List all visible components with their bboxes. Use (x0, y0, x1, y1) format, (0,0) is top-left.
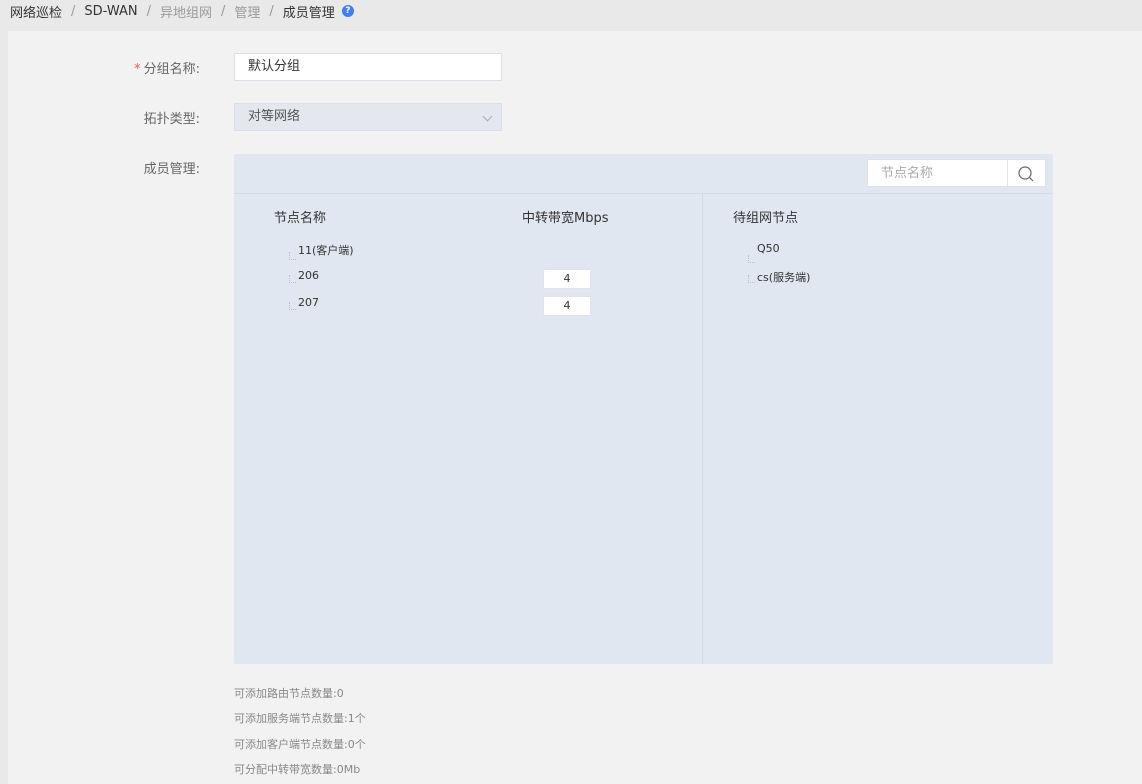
member-panel: 节点名称 中转带宽Mbps 待组网节点 11(客户端) 206 4 207 4 … (234, 154, 1053, 664)
breadcrumb-separator: / (146, 3, 151, 19)
breadcrumb-item-member-management: 成员管理 (282, 5, 335, 21)
group-name-label-text: 分组名称: (143, 62, 200, 77)
bandwidth-input-207[interactable]: 4 (543, 296, 591, 316)
chevron-down-icon (482, 111, 493, 122)
members-label: 成员管理: (143, 162, 200, 177)
pending-node-q50[interactable]: Q50 (757, 242, 780, 255)
member-node-11[interactable]: 11(客户端) (298, 242, 354, 258)
stat-server-nodes: 可添加服务端节点数量:1个 (234, 712, 366, 725)
pending-node-cs[interactable]: cs(服务端) (757, 269, 810, 285)
stat-relay-bandwidth: 可分配中转带宽数量:0Mb (234, 763, 361, 776)
breadcrumb-separator: / (269, 3, 274, 19)
member-panel-toolbar (234, 154, 1053, 194)
breadcrumb-item-manage[interactable]: 管理 (234, 2, 260, 21)
search-icon (1018, 166, 1034, 182)
topology-select-value: 对等网络 (248, 109, 301, 124)
tree-connector (748, 255, 755, 263)
topology-label: 拓扑类型: (143, 112, 200, 127)
node-search-input[interactable] (868, 160, 1009, 186)
question-circle-icon[interactable]: ? (341, 5, 354, 17)
tree-connector (289, 302, 296, 310)
node-search (867, 159, 1046, 187)
topology-select[interactable]: 对等网络 (234, 103, 502, 131)
group-name-label: * 分组名称: (0, 58, 200, 77)
member-node-207[interactable]: 207 (298, 296, 319, 309)
group-name-input[interactable]: 默认分组 (234, 53, 502, 81)
breadcrumb: 网络巡检 / SD-WAN / 异地组网 / 管理 / 成员管理 ? (10, 0, 354, 22)
bandwidth-header: 中转带宽Mbps (522, 211, 609, 226)
pending-nodes-header: 待组网节点 (733, 211, 799, 226)
main-panel: *分组名称: 默认分组 拓扑类型: 对等网络 成员管理: 节点名称 中转带宽Mb… (8, 31, 1142, 784)
breadcrumb-item-network-inspection[interactable]: 网络巡检 (10, 2, 62, 21)
stat-route-nodes: 可添加路由节点数量:0 (234, 687, 344, 700)
breadcrumb-separator: / (221, 3, 226, 19)
column-divider (702, 193, 703, 664)
bandwidth-input-206[interactable]: 4 (543, 269, 591, 289)
breadcrumb-item-sdwan[interactable]: SD-WAN (84, 4, 137, 19)
tree-connector (289, 252, 296, 260)
tree-connector (748, 275, 755, 283)
breadcrumb-item-remote-network[interactable]: 异地组网 (160, 2, 212, 21)
tree-connector (289, 275, 296, 283)
search-button[interactable] (1007, 160, 1045, 186)
breadcrumb-separator: / (71, 3, 76, 19)
node-name-header: 节点名称 (274, 211, 327, 226)
required-mark: * (134, 62, 141, 77)
stat-client-nodes: 可添加客户端节点数量:0个 (234, 738, 366, 751)
member-node-206[interactable]: 206 (298, 269, 319, 282)
